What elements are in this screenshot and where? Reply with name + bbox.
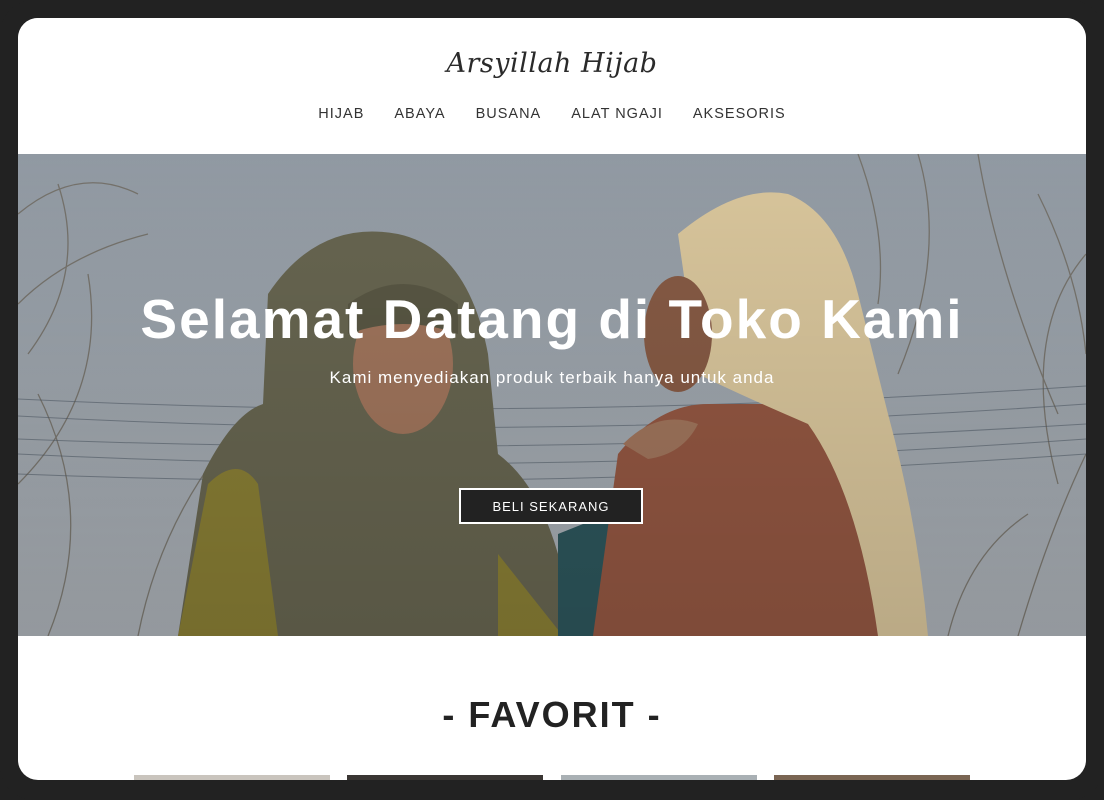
nav-item-aksesoris[interactable]: AKSESORIS (693, 106, 786, 122)
product-thumbnail[interactable] (134, 775, 330, 780)
hero-subtitle: Kami menyediakan produk terbaik hanya un… (329, 368, 775, 387)
browser-viewport: Arsyillah Hijab HIJAB ABAYA BUSANA ALAT … (18, 18, 1086, 780)
nav-item-busana[interactable]: BUSANA (476, 106, 542, 122)
product-thumbnail[interactable] (561, 775, 757, 780)
nav-item-alat-ngaji[interactable]: ALAT NGAJI (571, 106, 663, 122)
hero-photo (18, 154, 1086, 636)
favorites-heading: - FAVORIT - (442, 694, 662, 735)
nav-item-abaya[interactable]: ABAYA (394, 106, 445, 122)
hero-banner: Selamat Datang di Toko Kami Kami menyedi… (18, 154, 1086, 636)
buy-now-button[interactable]: BELI SEKARANG (459, 488, 643, 524)
site-header: Arsyillah Hijab HIJAB ABAYA BUSANA ALAT … (18, 18, 1086, 154)
product-thumbnail[interactable] (774, 775, 970, 780)
nav-item-hijab[interactable]: HIJAB (318, 106, 364, 122)
site-logo[interactable]: Arsyillah Hijab (18, 48, 1086, 79)
main-nav: HIJAB ABAYA BUSANA ALAT NGAJI AKSESORIS (18, 106, 1086, 122)
device-frame: Arsyillah Hijab HIJAB ABAYA BUSANA ALAT … (0, 0, 1104, 800)
product-thumbnail[interactable] (347, 775, 543, 780)
hero-title: Selamat Datang di Toko Kami (140, 288, 964, 350)
